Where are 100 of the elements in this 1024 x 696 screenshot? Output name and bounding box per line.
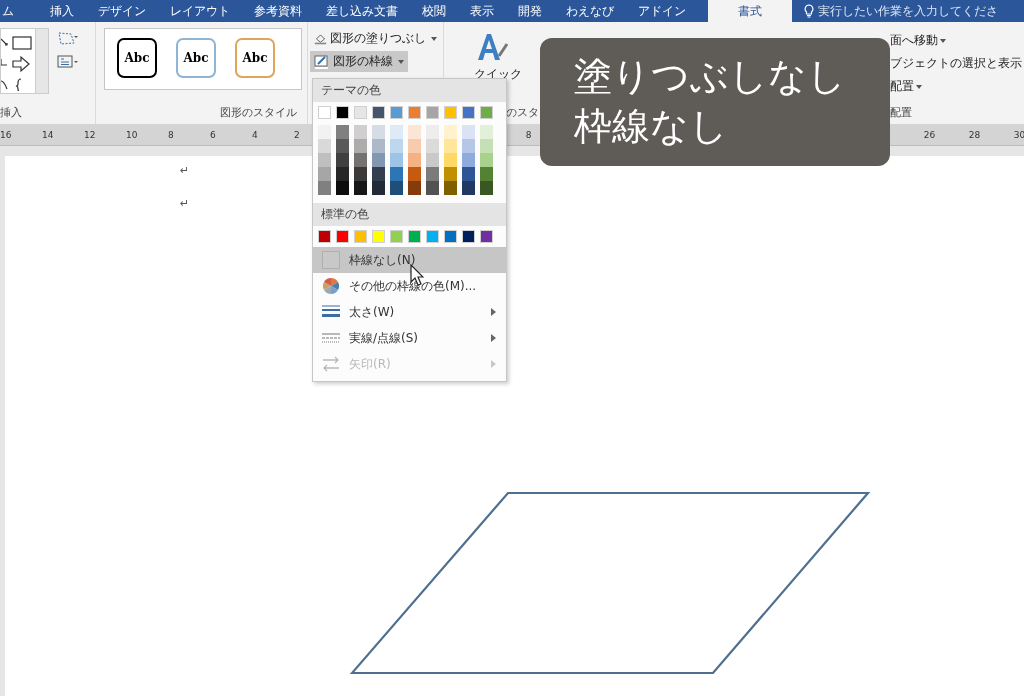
shape-outline-button[interactable]: 図形の枠線 <box>310 51 408 72</box>
color-swatch[interactable] <box>354 139 367 153</box>
color-swatch[interactable] <box>390 181 403 195</box>
color-swatch[interactable] <box>480 181 493 195</box>
color-swatch[interactable] <box>408 181 421 195</box>
color-swatch[interactable] <box>426 230 439 243</box>
selection-pane-button[interactable]: ブジェクトの選択と表示 <box>890 55 1022 72</box>
style-gallery[interactable]: Abc Abc Abc <box>104 28 302 90</box>
color-swatch[interactable] <box>444 230 457 243</box>
color-swatch[interactable] <box>462 167 475 181</box>
shape-fill-button[interactable]: 図形の塗りつぶし <box>310 28 441 49</box>
parallelogram-shape[interactable] <box>350 491 871 675</box>
color-swatch[interactable] <box>390 167 403 181</box>
style-sample[interactable]: Abc <box>235 38 275 78</box>
color-swatch[interactable] <box>462 139 475 153</box>
color-swatch[interactable] <box>408 106 421 119</box>
color-swatch[interactable] <box>336 181 349 195</box>
ribbon-tab[interactable]: 参考資料 <box>242 0 314 22</box>
color-swatch[interactable] <box>462 106 475 119</box>
color-swatch[interactable] <box>426 106 439 119</box>
color-swatch[interactable] <box>408 167 421 181</box>
color-swatch[interactable] <box>372 181 385 195</box>
color-swatch[interactable] <box>318 106 331 119</box>
ribbon-tab[interactable]: 書式 <box>708 0 792 22</box>
ribbon-tab[interactable]: 表示 <box>458 0 506 22</box>
color-swatch[interactable] <box>444 181 457 195</box>
color-swatch[interactable] <box>318 139 331 153</box>
color-swatch[interactable] <box>372 153 385 167</box>
color-swatch[interactable] <box>354 181 367 195</box>
color-swatch[interactable] <box>372 167 385 181</box>
shape-gallery[interactable] <box>0 28 49 94</box>
color-swatch[interactable] <box>426 167 439 181</box>
color-swatch[interactable] <box>318 167 331 181</box>
bring-forward-button[interactable]: 面へ移動 <box>890 32 946 49</box>
color-swatch[interactable] <box>480 106 493 119</box>
gallery-scrollbar[interactable] <box>35 29 48 93</box>
color-swatch[interactable] <box>372 139 385 153</box>
color-swatch[interactable] <box>354 167 367 181</box>
color-swatch[interactable] <box>462 153 475 167</box>
color-swatch[interactable] <box>354 230 367 243</box>
color-swatch[interactable] <box>462 125 475 139</box>
color-swatch[interactable] <box>444 139 457 153</box>
ribbon-tab[interactable]: レイアウト <box>158 0 242 22</box>
ribbon-tab[interactable]: 挿入 <box>38 0 86 22</box>
color-swatch[interactable] <box>390 125 403 139</box>
text-box-icon[interactable] <box>57 54 79 70</box>
color-swatch[interactable] <box>336 106 349 119</box>
color-swatch[interactable] <box>336 125 349 139</box>
color-swatch[interactable] <box>336 139 349 153</box>
color-swatch[interactable] <box>426 125 439 139</box>
color-swatch[interactable] <box>336 167 349 181</box>
ribbon-tab[interactable]: 開発 <box>506 0 554 22</box>
color-swatch[interactable] <box>336 230 349 243</box>
menu-item[interactable]: 太さ(W) <box>313 299 506 325</box>
color-swatch[interactable] <box>372 230 385 243</box>
ribbon-tab[interactable]: 校閲 <box>410 0 458 22</box>
tell-me-field[interactable]: 実行したい作業を入力してくださ <box>798 0 998 22</box>
menu-item[interactable]: 枠線なし(N) <box>313 247 506 273</box>
color-swatch[interactable] <box>372 106 385 119</box>
color-swatch[interactable] <box>354 153 367 167</box>
edit-shape-icon[interactable] <box>57 30 79 46</box>
color-swatch[interactable] <box>318 153 331 167</box>
color-swatch[interactable] <box>444 167 457 181</box>
color-swatch[interactable] <box>318 181 331 195</box>
color-swatch[interactable] <box>480 125 493 139</box>
color-swatch[interactable] <box>480 167 493 181</box>
style-sample[interactable]: Abc <box>176 38 216 78</box>
color-swatch[interactable] <box>408 230 421 243</box>
color-swatch[interactable] <box>426 181 439 195</box>
color-swatch[interactable] <box>354 106 367 119</box>
color-swatch[interactable] <box>354 125 367 139</box>
color-swatch[interactable] <box>462 230 475 243</box>
ribbon-tab[interactable]: ム <box>2 0 38 22</box>
color-swatch[interactable] <box>444 125 457 139</box>
color-swatch[interactable] <box>336 153 349 167</box>
color-swatch[interactable] <box>390 153 403 167</box>
color-swatch[interactable] <box>408 139 421 153</box>
color-swatch[interactable] <box>480 153 493 167</box>
style-sample[interactable]: Abc <box>117 38 157 78</box>
ribbon-tab[interactable]: デザイン <box>86 0 158 22</box>
color-swatch[interactable] <box>426 153 439 167</box>
color-swatch[interactable] <box>444 106 457 119</box>
color-swatch[interactable] <box>318 230 331 243</box>
color-swatch[interactable] <box>372 125 385 139</box>
ribbon-tab[interactable]: 差し込み文書 <box>314 0 410 22</box>
align-button[interactable]: 配置 <box>890 78 922 95</box>
menu-item[interactable]: 実線/点線(S) <box>313 325 506 351</box>
color-swatch[interactable] <box>390 106 403 119</box>
color-swatch[interactable] <box>390 139 403 153</box>
color-swatch[interactable] <box>408 125 421 139</box>
color-swatch[interactable] <box>444 153 457 167</box>
ribbon-tab[interactable]: アドイン <box>626 0 698 22</box>
color-swatch[interactable] <box>426 139 439 153</box>
color-swatch[interactable] <box>318 125 331 139</box>
color-swatch[interactable] <box>480 230 493 243</box>
color-swatch[interactable] <box>390 230 403 243</box>
color-swatch[interactable] <box>480 139 493 153</box>
ribbon-tab[interactable]: わえなび <box>554 0 626 22</box>
color-swatch[interactable] <box>408 153 421 167</box>
color-swatch[interactable] <box>462 181 475 195</box>
